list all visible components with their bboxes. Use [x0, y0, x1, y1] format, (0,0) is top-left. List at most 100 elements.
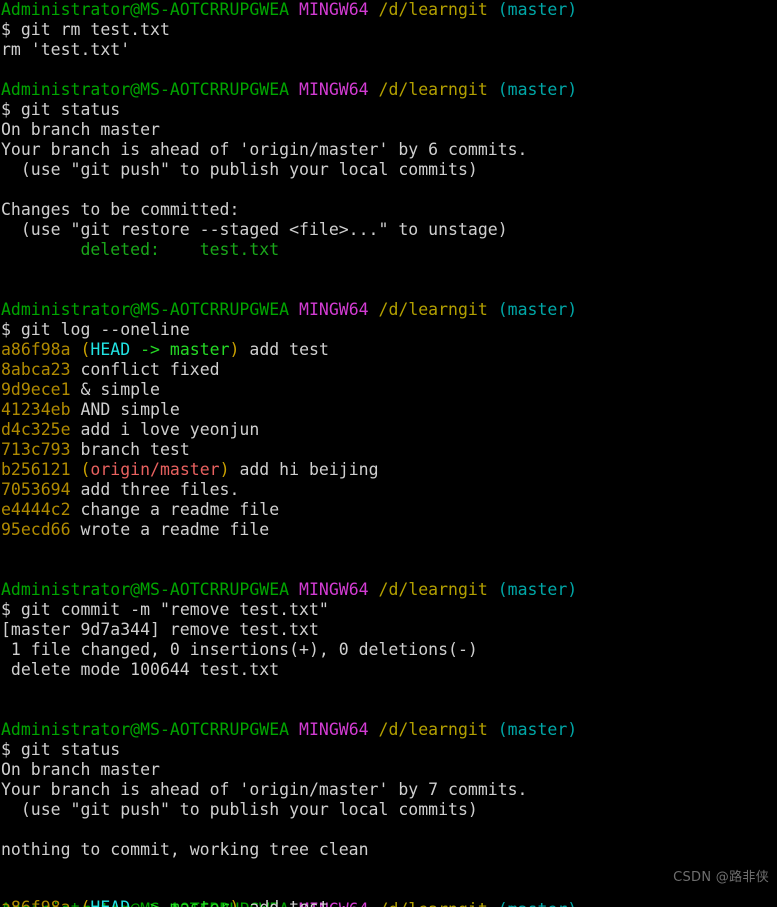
- staged-file-name: test.txt: [159, 240, 280, 259]
- prompt-sigil: $: [1, 320, 21, 339]
- command-line[interactable]: $ git log --oneline: [0, 320, 777, 340]
- prompt-line: Administrator@MS-AOTCRRUPGWEA MINGW64 /d…: [0, 300, 777, 320]
- command-text: git commit -m "remove test.txt": [20, 600, 329, 619]
- log-entry: a86f98a (HEAD -> master) add test: [0, 340, 777, 360]
- prompt-path: /d/learngit: [378, 720, 488, 739]
- prompt-sigil: $: [1, 20, 21, 39]
- command-text: git rm test.txt: [20, 20, 170, 39]
- commit-message: & simple: [80, 380, 160, 399]
- ref-local-branch: master: [169, 340, 230, 359]
- prompt-user-host: Administrator@MS-AOTCRRUPGWEA: [1, 0, 290, 19]
- command-text: git status: [20, 100, 121, 119]
- prompt-sigil: $: [1, 600, 21, 619]
- prompt-shell: MINGW64: [299, 720, 369, 739]
- commit-hash: b256121: [1, 460, 71, 479]
- prompt-line: Administrator@MS-AOTCRRUPGWEA MINGW64 /d…: [0, 0, 777, 20]
- watermark: CSDN @路非侠: [673, 870, 769, 885]
- staged-status-label: deleted:: [1, 240, 160, 259]
- commit-hash: a86f98a: [1, 898, 71, 907]
- ref-local-branch: master: [170, 898, 230, 907]
- prompt-shell: MINGW64: [299, 80, 369, 99]
- commit-message: branch test: [80, 440, 190, 459]
- command-text: git log --oneline: [20, 320, 190, 339]
- prompt-branch: (master): [497, 0, 578, 19]
- clipped-log-entry: a86f98a (HEAD -> master) add test: [0, 898, 777, 907]
- prompt-branch: (master): [497, 300, 578, 319]
- ref-close-paren: ): [230, 898, 240, 907]
- commit-message: add test: [249, 898, 328, 907]
- commit-hash: e4444c2: [1, 500, 71, 519]
- ref-close-paren: ): [219, 460, 230, 479]
- commit-hash: 41234eb: [1, 400, 71, 419]
- command-line[interactable]: $ git rm test.txt: [0, 20, 777, 40]
- command-line[interactable]: $ git status: [0, 100, 777, 120]
- log-entry: e4444c2 change a readme file: [0, 500, 777, 520]
- prompt-shell: MINGW64: [299, 580, 369, 599]
- command-line[interactable]: $ git commit -m "remove test.txt": [0, 600, 777, 620]
- prompt-line: Administrator@MS-AOTCRRUPGWEA MINGW64 /d…: [0, 580, 777, 600]
- prompt-user-host: Administrator@MS-AOTCRRUPGWEA: [1, 300, 290, 319]
- terminal-window[interactable]: Administrator@MS-AOTCRRUPGWEA MINGW64 /d…: [0, 0, 777, 907]
- log-entry: 41234eb AND simple: [0, 400, 777, 420]
- output-line: On branch master: [1, 120, 160, 139]
- prompt-branch: (master): [497, 580, 578, 599]
- ref-arrow: ->: [130, 898, 170, 907]
- command-line[interactable]: $ git status: [0, 740, 777, 760]
- prompt-path: /d/learngit: [378, 300, 488, 319]
- prompt-path: /d/learngit: [378, 580, 488, 599]
- prompt-line: Administrator@MS-AOTCRRUPGWEA MINGW64 /d…: [0, 80, 777, 100]
- prompt-branch: (master): [497, 80, 578, 99]
- ref-close-paren: ): [229, 340, 240, 359]
- prompt-user-host: Administrator@MS-AOTCRRUPGWEA: [1, 580, 290, 599]
- ref-open-paren: (: [80, 898, 90, 907]
- prompt-branch: (master): [497, 720, 578, 739]
- commit-hash: d4c325e: [1, 420, 71, 439]
- commit-message: add test: [249, 340, 329, 359]
- output-line: On branch master: [1, 760, 160, 779]
- output-line: Your branch is ahead of 'origin/master' …: [1, 780, 528, 799]
- output-line: (use "git restore --staged <file>..." to…: [1, 220, 508, 239]
- output-line: [master 9d7a344] remove test.txt: [1, 620, 319, 639]
- log-entry-partial: a86f98a (HEAD -> master) add test: [0, 898, 777, 907]
- commit-message: add i love yeonjun: [80, 420, 260, 439]
- output-line: Changes to be committed:: [1, 200, 240, 219]
- prompt-path: /d/learngit: [378, 0, 488, 19]
- prompt-user-host: Administrator@MS-AOTCRRUPGWEA: [1, 80, 290, 99]
- ref-head: HEAD: [90, 340, 131, 359]
- ref-open-paren: (: [80, 340, 91, 359]
- ref-arrow: ->: [130, 340, 170, 359]
- output-line: rm 'test.txt': [1, 40, 131, 59]
- commit-message: add three files.: [80, 480, 240, 499]
- command-text: git status: [20, 740, 121, 759]
- output-line: (use "git push" to publish your local co…: [1, 160, 478, 179]
- commit-hash: 7053694: [1, 480, 71, 499]
- commit-message: conflict fixed: [80, 360, 220, 379]
- ref-head: HEAD: [90, 898, 130, 907]
- staged-file-line: deleted: test.txt: [0, 240, 777, 260]
- ref-remote-branch: origin/master: [90, 460, 220, 479]
- commit-message: change a readme file: [80, 500, 280, 519]
- log-entry: d4c325e add i love yeonjun: [0, 420, 777, 440]
- commit-hash: 9d9ece1: [1, 380, 71, 399]
- prompt-path: /d/learngit: [378, 80, 488, 99]
- ref-open-paren: (: [80, 460, 91, 479]
- output-line: 1 file changed, 0 insertions(+), 0 delet…: [1, 640, 478, 659]
- log-entry: 8abca23 conflict fixed: [0, 360, 777, 380]
- commit-hash: 8abca23: [1, 360, 71, 379]
- commit-message: add hi beijing: [239, 460, 379, 479]
- output-line: Your branch is ahead of 'origin/master' …: [1, 140, 528, 159]
- commit-hash: 95ecd66: [1, 520, 71, 539]
- output-line: (use "git push" to publish your local co…: [1, 800, 478, 819]
- log-entry: 713c793 branch test: [0, 440, 777, 460]
- output-line: delete mode 100644 test.txt: [1, 660, 280, 679]
